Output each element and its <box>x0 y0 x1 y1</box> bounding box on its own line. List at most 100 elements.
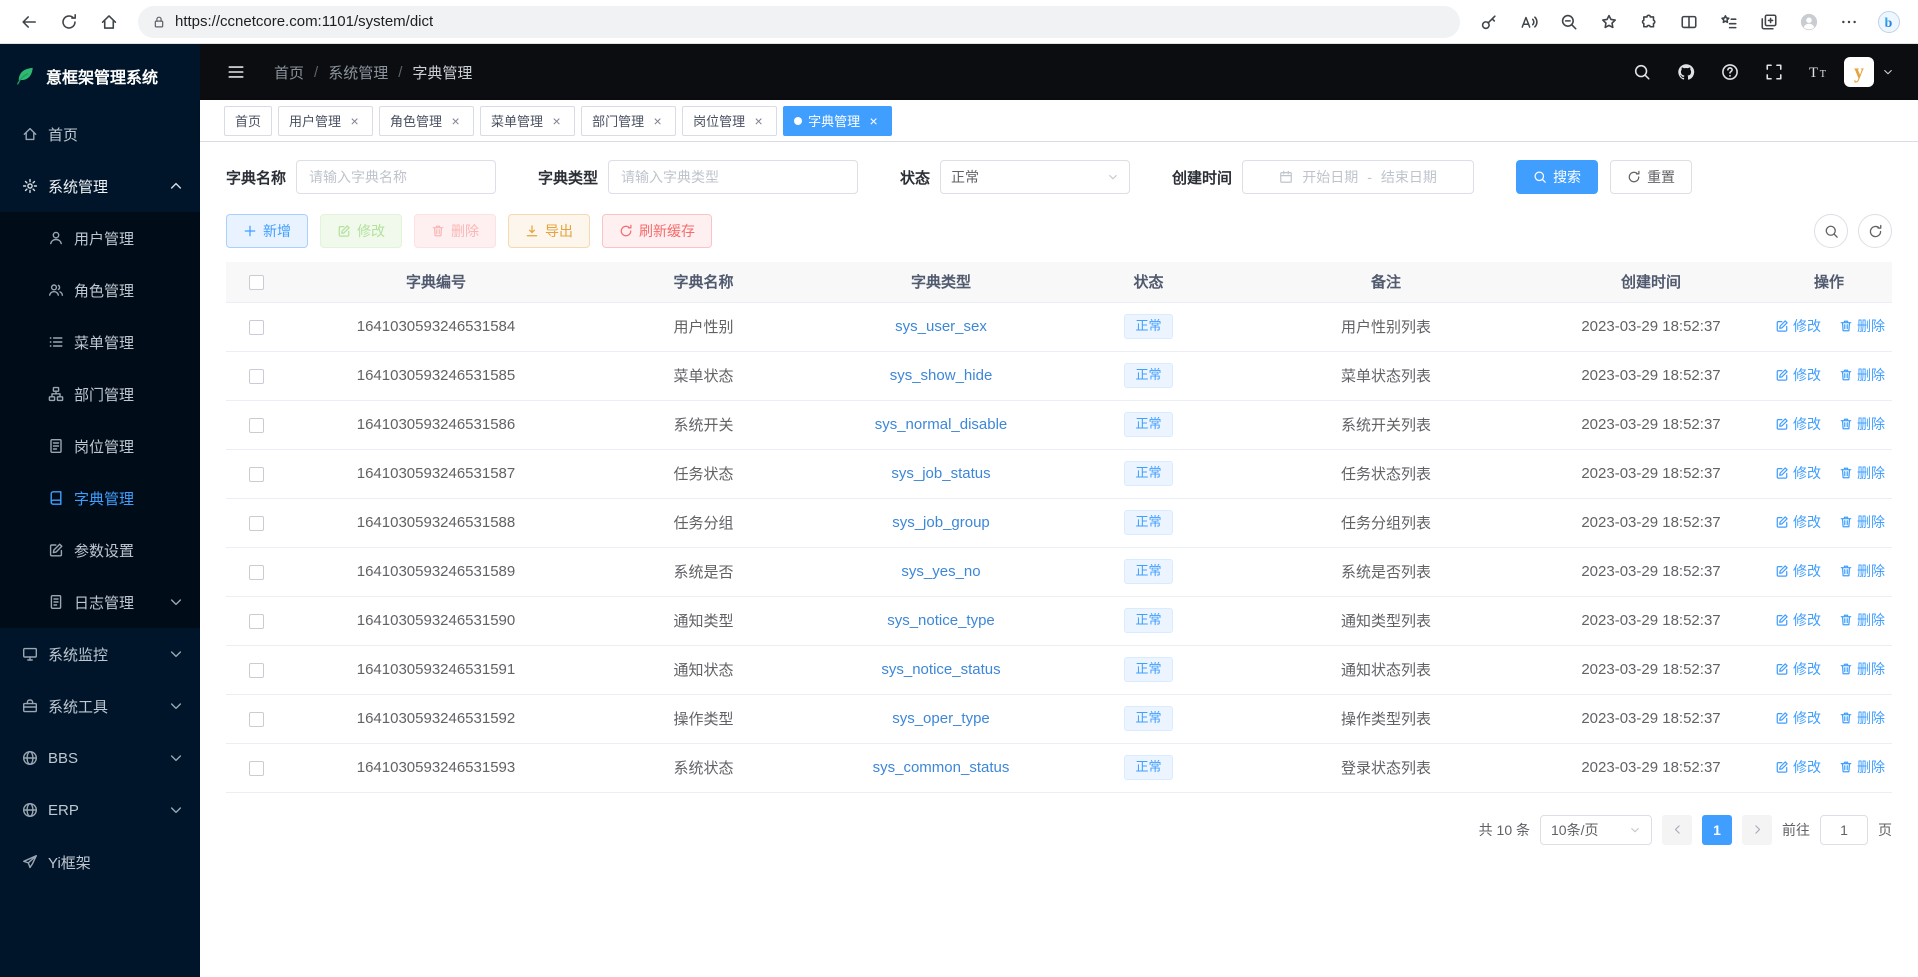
dict-type-link[interactable]: sys_show_hide <box>890 367 993 384</box>
close-icon[interactable]: × <box>650 113 665 128</box>
tab-角色管理[interactable]: 角色管理× <box>379 106 474 136</box>
row-edit-button[interactable]: 修改 <box>1775 463 1821 483</box>
row-delete-button[interactable]: 删除 <box>1839 659 1885 679</box>
extensions-icon[interactable] <box>1630 4 1668 40</box>
font-size-icon[interactable]: TT <box>1800 54 1836 90</box>
row-edit-button[interactable]: 修改 <box>1775 414 1821 434</box>
header-search-icon[interactable] <box>1624 54 1660 90</box>
row-delete-button[interactable]: 删除 <box>1839 414 1885 434</box>
favorites-bar-icon[interactable] <box>1710 4 1748 40</box>
search-button[interactable]: 搜索 <box>1516 160 1598 194</box>
next-page-button[interactable] <box>1742 815 1772 845</box>
browser-reload-icon[interactable] <box>50 4 88 40</box>
close-icon[interactable]: × <box>866 113 881 128</box>
profile-avatar-icon[interactable] <box>1790 4 1828 40</box>
add-button[interactable]: 新增 <box>226 214 308 248</box>
breadcrumb-item[interactable]: 系统管理 <box>328 62 388 83</box>
refresh-cache-button[interactable]: 刷新缓存 <box>602 214 712 248</box>
export-button[interactable]: 导出 <box>508 214 590 248</box>
edit-button[interactable]: 修改 <box>320 214 402 248</box>
reset-button[interactable]: 重置 <box>1610 160 1692 194</box>
date-range-picker[interactable]: 开始日期 - 结束日期 <box>1242 160 1474 194</box>
browser-home-icon[interactable] <box>90 4 128 40</box>
dict-type-link[interactable]: sys_common_status <box>873 759 1010 776</box>
delete-button[interactable]: 删除 <box>414 214 496 248</box>
sidebar-item-system[interactable]: 系统管理 <box>0 160 200 212</box>
row-edit-button[interactable]: 修改 <box>1775 659 1821 679</box>
address-bar[interactable]: https://ccnetcore.com:1101/system/dict <box>138 6 1460 38</box>
dict-type-link[interactable]: sys_user_sex <box>895 318 987 335</box>
url-text[interactable]: https://ccnetcore.com:1101/system/dict <box>175 13 433 30</box>
github-icon[interactable] <box>1668 54 1704 90</box>
row-delete-button[interactable]: 删除 <box>1839 561 1885 581</box>
row-edit-button[interactable]: 修改 <box>1775 561 1821 581</box>
dict-type-link[interactable]: sys_job_status <box>891 465 990 482</box>
dict-type-link[interactable]: sys_normal_disable <box>875 416 1008 433</box>
row-edit-button[interactable]: 修改 <box>1775 365 1821 385</box>
row-checkbox[interactable] <box>249 516 264 531</box>
dict-type-link[interactable]: sys_oper_type <box>892 710 990 727</box>
tab-字典管理[interactable]: 字典管理× <box>783 106 892 136</box>
prev-page-button[interactable] <box>1662 815 1692 845</box>
browser-back-icon[interactable] <box>10 4 48 40</box>
sidebar-item-menu[interactable]: 菜单管理 <box>0 316 200 368</box>
row-delete-button[interactable]: 删除 <box>1839 757 1885 777</box>
row-edit-button[interactable]: 修改 <box>1775 610 1821 630</box>
close-icon[interactable]: × <box>347 113 362 128</box>
password-key-icon[interactable] <box>1470 4 1508 40</box>
sidebar-item-config[interactable]: 参数设置 <box>0 524 200 576</box>
sidebar-item-post[interactable]: 岗位管理 <box>0 420 200 472</box>
read-aloud-icon[interactable] <box>1510 4 1548 40</box>
status-select[interactable]: 正常 <box>940 160 1130 194</box>
sidebar-item-yi[interactable]: Yi框架 <box>0 836 200 888</box>
row-delete-button[interactable]: 删除 <box>1839 316 1885 336</box>
dict-type-link[interactable]: sys_yes_no <box>901 563 980 580</box>
row-edit-button[interactable]: 修改 <box>1775 708 1821 728</box>
sidebar-item-monitor[interactable]: 系统监控 <box>0 628 200 680</box>
sidebar-item-dict[interactable]: 字典管理 <box>0 472 200 524</box>
toggle-search-button[interactable] <box>1814 214 1848 248</box>
row-delete-button[interactable]: 删除 <box>1839 610 1885 630</box>
tab-部门管理[interactable]: 部门管理× <box>581 106 676 136</box>
row-delete-button[interactable]: 删除 <box>1839 512 1885 532</box>
row-delete-button[interactable]: 删除 <box>1839 708 1885 728</box>
row-delete-button[interactable]: 删除 <box>1839 463 1885 483</box>
row-checkbox[interactable] <box>249 320 264 335</box>
avatar-caret-icon[interactable] <box>1882 66 1894 78</box>
zoom-out-icon[interactable] <box>1550 4 1588 40</box>
close-icon[interactable]: × <box>751 113 766 128</box>
row-checkbox[interactable] <box>249 565 264 580</box>
page-size-select[interactable]: 10条/页 <box>1540 815 1652 845</box>
current-page[interactable]: 1 <box>1702 815 1732 845</box>
row-checkbox[interactable] <box>249 418 264 433</box>
fullscreen-icon[interactable] <box>1756 54 1792 90</box>
tab-首页[interactable]: 首页 <box>224 106 272 136</box>
sidebar-item-role[interactable]: 角色管理 <box>0 264 200 316</box>
sidebar-item-home[interactable]: 首页 <box>0 108 200 160</box>
dict-type-link[interactable]: sys_notice_type <box>887 612 995 629</box>
favorite-star-icon[interactable] <box>1590 4 1628 40</box>
dict-type-link[interactable]: sys_notice_status <box>881 661 1000 678</box>
row-checkbox[interactable] <box>249 663 264 678</box>
row-delete-button[interactable]: 删除 <box>1839 365 1885 385</box>
sidebar-item-bbs[interactable]: BBS <box>0 732 200 784</box>
split-screen-icon[interactable] <box>1670 4 1708 40</box>
dict-type-link[interactable]: sys_job_group <box>892 514 990 531</box>
sidebar-item-dept[interactable]: 部门管理 <box>0 368 200 420</box>
close-icon[interactable]: × <box>448 113 463 128</box>
row-checkbox[interactable] <box>249 467 264 482</box>
row-checkbox[interactable] <box>249 369 264 384</box>
browser-menu-icon[interactable] <box>1830 4 1868 40</box>
sidebar-item-erp[interactable]: ERP <box>0 784 200 836</box>
select-all-checkbox[interactable] <box>249 275 264 290</box>
close-icon[interactable]: × <box>549 113 564 128</box>
user-avatar[interactable]: y <box>1844 57 1874 87</box>
tab-菜单管理[interactable]: 菜单管理× <box>480 106 575 136</box>
sidebar-item-user[interactable]: 用户管理 <box>0 212 200 264</box>
breadcrumb-item[interactable]: 首页 <box>274 62 304 83</box>
sidebar-item-tool[interactable]: 系统工具 <box>0 680 200 732</box>
dict-type-input[interactable] <box>608 160 858 194</box>
sidebar-item-log[interactable]: 日志管理 <box>0 576 200 628</box>
row-checkbox[interactable] <box>249 712 264 727</box>
row-checkbox[interactable] <box>249 761 264 776</box>
